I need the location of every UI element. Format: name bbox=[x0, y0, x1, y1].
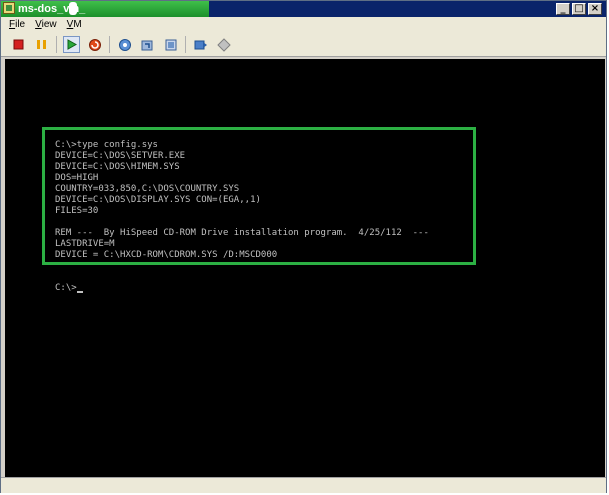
toolbar-separator bbox=[109, 36, 110, 53]
reset-button[interactable] bbox=[86, 36, 103, 53]
manage-snapshots-button[interactable] bbox=[162, 36, 179, 53]
text-cursor bbox=[76, 291, 83, 293]
vm-connection-window: ms-dos_vm_ _ □ × File View VM C:\>type c… bbox=[0, 0, 607, 493]
console-prompt-line: C:\> bbox=[55, 283, 429, 294]
snapshot-button[interactable] bbox=[116, 36, 133, 53]
console-prompt: C:\> bbox=[55, 283, 77, 293]
reset-icon bbox=[88, 38, 101, 51]
revert-icon bbox=[141, 40, 152, 50]
ctrl-alt-del-icon bbox=[194, 40, 207, 49]
toolbar-separator bbox=[185, 36, 186, 53]
toolbar bbox=[1, 33, 606, 57]
vm-console-screen[interactable]: C:\>type config.sys DEVICE=C:\DOS\SETVER.… bbox=[5, 59, 605, 477]
title-bar[interactable]: ms-dos_vm_ _ □ × bbox=[1, 1, 606, 17]
maximize-button[interactable]: □ bbox=[572, 3, 586, 15]
caption-buttons: _ □ × bbox=[556, 3, 602, 15]
pause-icon bbox=[37, 40, 46, 49]
start-button[interactable] bbox=[63, 36, 80, 53]
menu-vm[interactable]: VM bbox=[67, 18, 82, 32]
start-icon bbox=[67, 39, 77, 50]
minimize-button[interactable]: _ bbox=[556, 3, 570, 15]
snapshot-icon bbox=[118, 38, 131, 51]
stop-icon bbox=[13, 39, 24, 50]
revert-button[interactable] bbox=[139, 36, 156, 53]
stop-button[interactable] bbox=[10, 36, 27, 53]
vm-app-icon[interactable] bbox=[3, 2, 15, 14]
title-overlay-mark bbox=[69, 2, 77, 15]
close-button[interactable]: × bbox=[588, 3, 602, 15]
menu-file[interactable]: File bbox=[9, 18, 25, 32]
ctrl-alt-del-button[interactable] bbox=[192, 36, 209, 53]
toolbar-separator bbox=[56, 36, 57, 53]
menu-bar: File View VM bbox=[1, 17, 606, 33]
settings-icon bbox=[216, 37, 231, 52]
config-highlight-box bbox=[42, 127, 476, 265]
status-bar bbox=[1, 477, 606, 493]
menu-view[interactable]: View bbox=[35, 18, 57, 32]
settings-button[interactable] bbox=[215, 36, 232, 53]
manage-snapshots-icon bbox=[165, 39, 176, 50]
pause-button[interactable] bbox=[33, 36, 50, 53]
